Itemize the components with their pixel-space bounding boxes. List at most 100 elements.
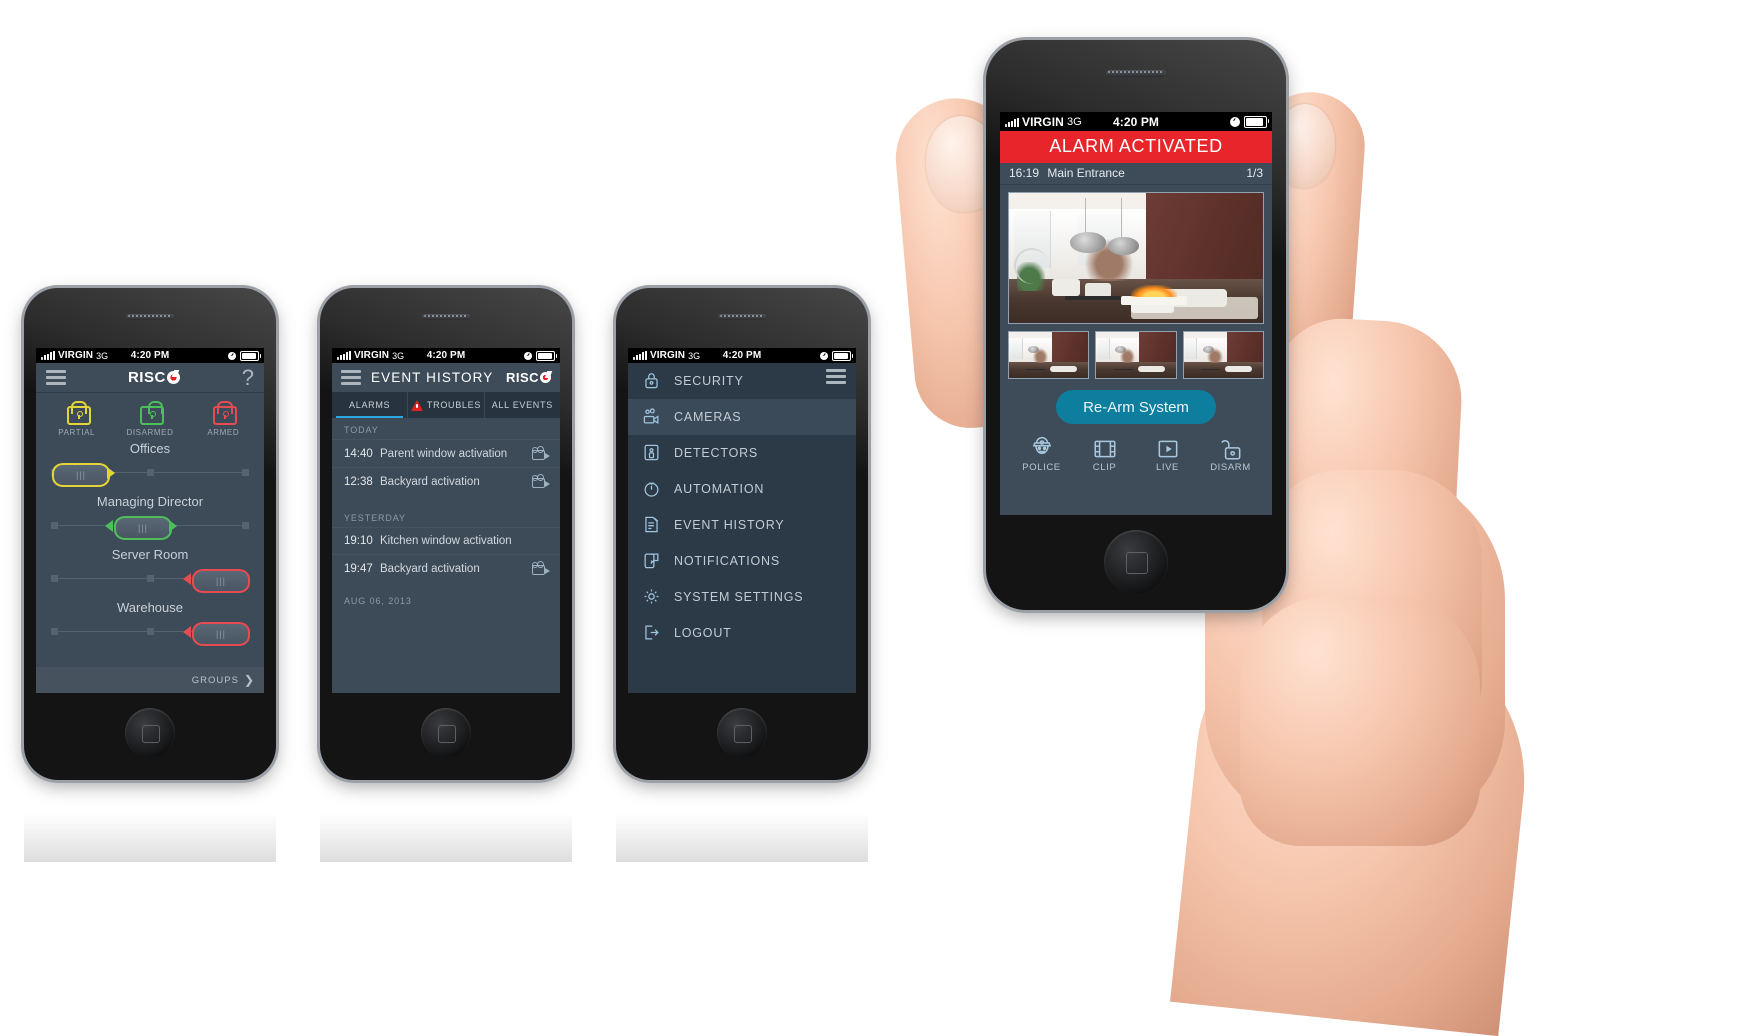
camera-thumbnail-1[interactable]: [1008, 331, 1090, 379]
event-time: 12:38: [344, 475, 373, 488]
alarm-event-location: Main Entrance: [1047, 166, 1125, 180]
event-description: Parent window activation: [380, 447, 508, 460]
menu-item-detectors[interactable]: DETECTORS: [628, 435, 856, 471]
zone-slider[interactable]: |||: [48, 569, 252, 593]
action-clip[interactable]: CLIP: [1080, 435, 1130, 473]
slider-arrow-left-icon: [183, 626, 191, 638]
phone-security-screen: VIRGIN 3G 4:20 PM RISC ? PARTIAL DISARME…: [36, 348, 264, 693]
status-bar-left: VIRGIN 3G: [1005, 115, 1082, 129]
camera-thumbnail-3[interactable]: [1182, 331, 1264, 379]
rotation-lock-icon: [820, 351, 828, 360]
home-button[interactable]: [1104, 530, 1168, 594]
slider-knob[interactable]: |||: [114, 516, 172, 540]
slider-knob[interactable]: |||: [192, 569, 250, 593]
main-camera-image[interactable]: [1008, 192, 1264, 324]
action-live[interactable]: LIVE: [1143, 435, 1193, 473]
page-title: EVENT HISTORY: [371, 370, 494, 385]
groups-footer[interactable]: GROUPS ❯: [36, 667, 264, 693]
slider-grip: |||: [215, 576, 227, 586]
mode-armed[interactable]: ARMED: [194, 401, 252, 437]
groups-label: GROUPS: [191, 674, 239, 686]
video-camera-icon[interactable]: [532, 474, 550, 488]
tab-all-events[interactable]: ALL EVENTS: [485, 392, 560, 418]
padlock-open-icon: [139, 401, 164, 425]
status-bar-left: VIRGIN 3G: [337, 350, 404, 361]
tab-troubles[interactable]: TROUBLES: [408, 392, 485, 418]
zone-name: Warehouse: [117, 600, 183, 615]
menu-item-automation[interactable]: AUTOMATION: [628, 471, 856, 507]
forearm: [1169, 603, 1541, 1036]
padlock-open-icon: [1206, 435, 1256, 462]
table-row[interactable]: 19:47 Backyard activation: [332, 554, 560, 582]
hamburger-menu-icon[interactable]: [46, 370, 66, 385]
zone-slider[interactable]: |||: [48, 622, 252, 646]
mode-partial[interactable]: PARTIAL: [48, 401, 106, 437]
menu-item-label: CAMERAS: [674, 409, 742, 424]
slider-stop: [51, 575, 58, 582]
video-camera-icon[interactable]: [532, 446, 550, 460]
alarm-event-text: 16:19 Main Entrance: [1009, 166, 1125, 180]
mode-disarmed[interactable]: DISARMED: [121, 401, 179, 437]
risco-logo: RISC: [128, 369, 180, 386]
table-row[interactable]: 12:38 Backyard activation: [332, 467, 560, 495]
table-row[interactable]: 14:40 Parent window activation: [332, 439, 560, 467]
network-label: 3G: [1066, 115, 1082, 128]
camera-thumbnail-2[interactable]: [1095, 331, 1177, 379]
status-bar-right: [820, 350, 853, 361]
zone-managing-director: Managing Director |||: [36, 494, 264, 540]
action-police[interactable]: POLICE: [1017, 435, 1067, 473]
action-police-label: POLICE: [1022, 462, 1061, 473]
logout-arrow-icon: [642, 623, 661, 642]
action-disarm[interactable]: DISARM: [1206, 435, 1256, 473]
menu-item-system-settings[interactable]: SYSTEM SETTINGS: [628, 579, 856, 615]
app-bar: RISC ?: [36, 363, 264, 393]
video-camera-icon[interactable]: [532, 561, 550, 575]
chevron-right-icon: ❯: [243, 673, 255, 687]
battery-icon: [536, 350, 557, 361]
slider-grip: |||: [75, 470, 87, 480]
slider-knob[interactable]: |||: [52, 463, 110, 487]
police-officer-icon: [1017, 435, 1067, 462]
earpiece-speaker: [718, 314, 766, 320]
home-button[interactable]: [421, 708, 471, 758]
slider-knob[interactable]: |||: [192, 622, 250, 646]
play-icon: [1143, 435, 1193, 462]
slider-arrow-right-icon: [169, 520, 177, 532]
menu-item-logout[interactable]: LOGOUT: [628, 615, 856, 651]
zone-slider[interactable]: |||: [48, 516, 252, 540]
slider-arrow-left-icon: [183, 573, 191, 585]
status-bar: VIRGIN 3G 4:20 PM: [628, 348, 856, 363]
padlock-closed-icon: [212, 401, 238, 425]
pinky-finger: [1240, 596, 1480, 846]
phone-reflection: [320, 782, 572, 862]
menu-item-event-history[interactable]: EVENT HISTORY: [628, 507, 856, 543]
action-disarm-label: DISARM: [1210, 462, 1251, 473]
help-button[interactable]: ?: [242, 366, 254, 389]
camera-thumbnail-strip: [1000, 324, 1272, 379]
zone-slider[interactable]: |||: [48, 463, 252, 487]
table-row[interactable]: 19:10 Kitchen window activation: [332, 527, 560, 554]
hamburger-menu-icon[interactable]: [341, 370, 361, 385]
network-label: 3G: [392, 350, 405, 361]
network-label: 3G: [96, 350, 109, 361]
menu-item-cameras[interactable]: CAMERAS: [628, 399, 856, 435]
phone-events-device: VIRGIN 3G 4:20 PM EVENT HISTORY RISC ALA…: [320, 288, 572, 780]
living-room-scene: [1009, 193, 1263, 323]
home-button[interactable]: [717, 708, 767, 758]
home-button[interactable]: [125, 708, 175, 758]
document-pen-icon: [642, 515, 661, 534]
carrier-label: VIRGIN: [1022, 114, 1064, 129]
hamburger-menu-icon[interactable]: [826, 369, 846, 384]
earpiece-speaker: [422, 314, 470, 320]
slider-stop: [51, 628, 58, 635]
tab-troubles-label: TROUBLES: [426, 400, 482, 410]
tab-alarms[interactable]: ALARMS: [332, 392, 409, 418]
carrier-label: VIRGIN: [354, 350, 390, 361]
menu-item-security[interactable]: SECURITY: [628, 363, 856, 399]
warning-triangle-icon: [410, 399, 423, 411]
menu-item-notifications[interactable]: NOTIFICATIONS: [628, 543, 856, 579]
zone-warehouse: Warehouse |||: [36, 600, 264, 646]
signal-bars-icon: [633, 350, 647, 360]
menu-item-label: AUTOMATION: [674, 481, 765, 496]
re-arm-system-button[interactable]: Re-Arm System: [1056, 390, 1216, 424]
